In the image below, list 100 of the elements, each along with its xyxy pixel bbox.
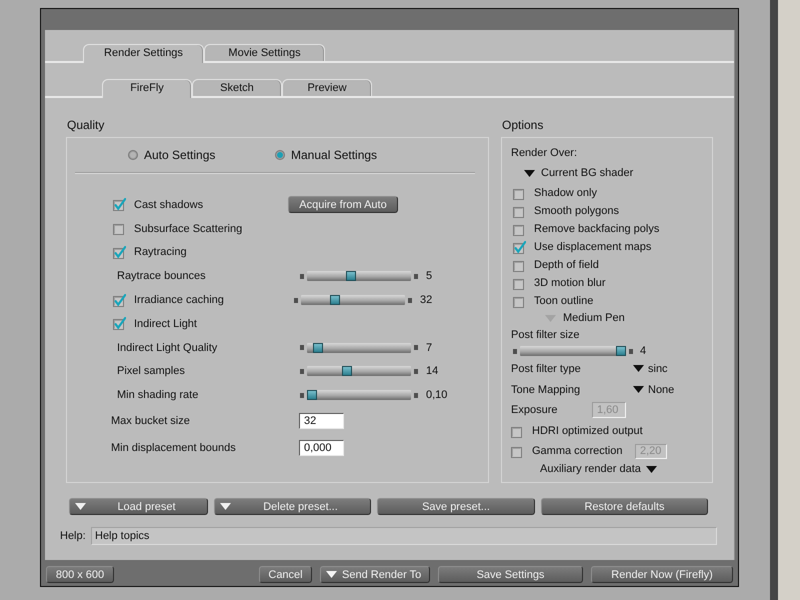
- setting-label: Tone Mapping: [511, 384, 582, 396]
- slider-track[interactable]: [307, 390, 411, 400]
- slider-track[interactable]: [307, 271, 411, 282]
- slider-value: 14: [426, 365, 438, 378]
- setting-label: Min shading rate: [117, 389, 198, 402]
- slider-thumb[interactable]: [342, 366, 352, 376]
- slider-end-icon: [629, 348, 633, 354]
- checkbox[interactable]: [513, 276, 526, 290]
- checkbox-label: Remove backfacing polys: [534, 223, 660, 235]
- checkbox[interactable]: [513, 258, 526, 272]
- menu-dropdown[interactable]: Auxiliary render data: [540, 463, 657, 475]
- dropdown[interactable]: None: [633, 384, 674, 396]
- slider-end-icon: [408, 298, 412, 303]
- text-field[interactable]: 0,000: [299, 440, 344, 456]
- slider-end-icon: [300, 368, 304, 374]
- setting-label: Post filter type: [511, 362, 582, 374]
- acquire-button[interactable]: Acquire from Auto: [288, 196, 398, 214]
- tab[interactable]: Movie Settings: [204, 44, 325, 61]
- checkbox-label: Irradiance caching: [134, 294, 224, 306]
- help-field: Help topics: [91, 527, 717, 545]
- caret-icon: [524, 170, 535, 176]
- checkbox[interactable]: [113, 198, 126, 212]
- menu-button[interactable]: Delete preset...: [214, 498, 371, 515]
- caret-icon: [646, 466, 657, 472]
- checkbox[interactable]: [113, 246, 126, 259]
- action-button[interactable]: Save preset...: [377, 498, 535, 515]
- checkbox-label: HDRI optimized output: [532, 425, 643, 437]
- dropdown[interactable]: Current BG shader: [524, 167, 634, 179]
- tab[interactable]: Render Settings: [83, 44, 204, 63]
- section-title: Options: [501, 118, 544, 132]
- checkbox-label: Indirect Light: [134, 318, 197, 330]
- dropdown[interactable]: sinc: [633, 362, 668, 374]
- slider-value: 32: [420, 294, 432, 306]
- checkbox-label: Cast shadows: [134, 198, 204, 211]
- section-title: Quality: [66, 118, 106, 132]
- checkbox-label: Shadow only: [534, 187, 597, 199]
- slider-value: 4: [640, 345, 646, 357]
- caret-icon: [75, 503, 86, 510]
- checkbox[interactable]: [113, 294, 126, 307]
- setting-label: Exposure: [511, 404, 558, 416]
- checkbox-label: Smooth polygons: [534, 205, 619, 217]
- slider-end-icon: [294, 298, 298, 303]
- slider-end-icon: [414, 392, 418, 398]
- checkbox-label: Depth of field: [534, 259, 599, 271]
- setting-label: Render Over:: [511, 147, 578, 159]
- action-button[interactable]: Restore defaults: [541, 498, 708, 515]
- size-button[interactable]: 800 x 600: [46, 566, 114, 583]
- action-button[interactable]: Save Settings: [438, 566, 583, 583]
- setting-label: Min displacement bounds: [111, 442, 236, 454]
- setting-label: Raytrace bounces: [117, 270, 206, 282]
- setting-label: Post filter size: [511, 329, 580, 341]
- checkbox-label: Gamma correction: [532, 445, 624, 457]
- slider-value: 5: [426, 270, 432, 282]
- radio-label: Auto Settings: [144, 148, 216, 162]
- slider-track[interactable]: [301, 295, 405, 306]
- caret-icon: [633, 365, 644, 372]
- checkbox[interactable]: [513, 222, 526, 236]
- slider-value: 0,10: [426, 389, 448, 402]
- slider-track[interactable]: [307, 366, 411, 376]
- checkbox[interactable]: [511, 424, 524, 438]
- help-label: Help:: [60, 530, 87, 542]
- slider-end-icon: [300, 392, 304, 398]
- checkbox[interactable]: [113, 222, 126, 236]
- checkbox-label: 3D motion blur: [534, 277, 606, 289]
- setting-label: Max bucket size: [111, 414, 190, 427]
- checkbox-label: Raytracing: [134, 246, 187, 258]
- slider-end-icon: [513, 348, 517, 354]
- tab[interactable]: Sketch: [192, 79, 282, 96]
- radio-button[interactable]: [275, 150, 285, 160]
- checkbox[interactable]: [513, 294, 526, 308]
- slider-thumb[interactable]: [330, 295, 340, 306]
- tab[interactable]: Preview: [282, 79, 372, 96]
- menu-button[interactable]: Send Render To: [320, 566, 430, 583]
- slider-end-icon: [300, 274, 304, 279]
- slider-thumb[interactable]: [307, 390, 317, 400]
- slider-track[interactable]: [520, 346, 626, 356]
- setting-label: Pixel samples: [117, 365, 185, 378]
- text-field[interactable]: 32: [299, 412, 344, 429]
- menu-button[interactable]: Load preset: [69, 498, 208, 515]
- checkbox[interactable]: [513, 240, 526, 254]
- caret-icon: [220, 503, 231, 510]
- slider-thumb[interactable]: [616, 346, 626, 356]
- checkbox[interactable]: [513, 186, 526, 200]
- checkbox[interactable]: [513, 204, 526, 218]
- action-button[interactable]: Render Now (Firefly): [591, 566, 733, 583]
- slider-end-icon: [414, 368, 418, 374]
- action-button[interactable]: Cancel: [259, 566, 312, 583]
- slider-thumb[interactable]: [312, 342, 323, 353]
- slider-thumb[interactable]: [346, 271, 356, 282]
- radio-label: Manual Settings: [291, 148, 378, 162]
- slider-value: 7: [426, 342, 432, 354]
- setting-label: Indirect Light Quality: [117, 342, 218, 354]
- radio-button[interactable]: [128, 150, 138, 160]
- slider-end-icon: [414, 274, 418, 279]
- tab[interactable]: FireFly: [102, 79, 192, 98]
- checkbox-label: Toon outline: [534, 295, 594, 307]
- slider-track[interactable]: [307, 342, 411, 353]
- checkbox-label: Subsurface Scattering: [134, 222, 242, 235]
- slider-end-icon: [300, 345, 304, 350]
- checkbox[interactable]: [113, 317, 126, 330]
